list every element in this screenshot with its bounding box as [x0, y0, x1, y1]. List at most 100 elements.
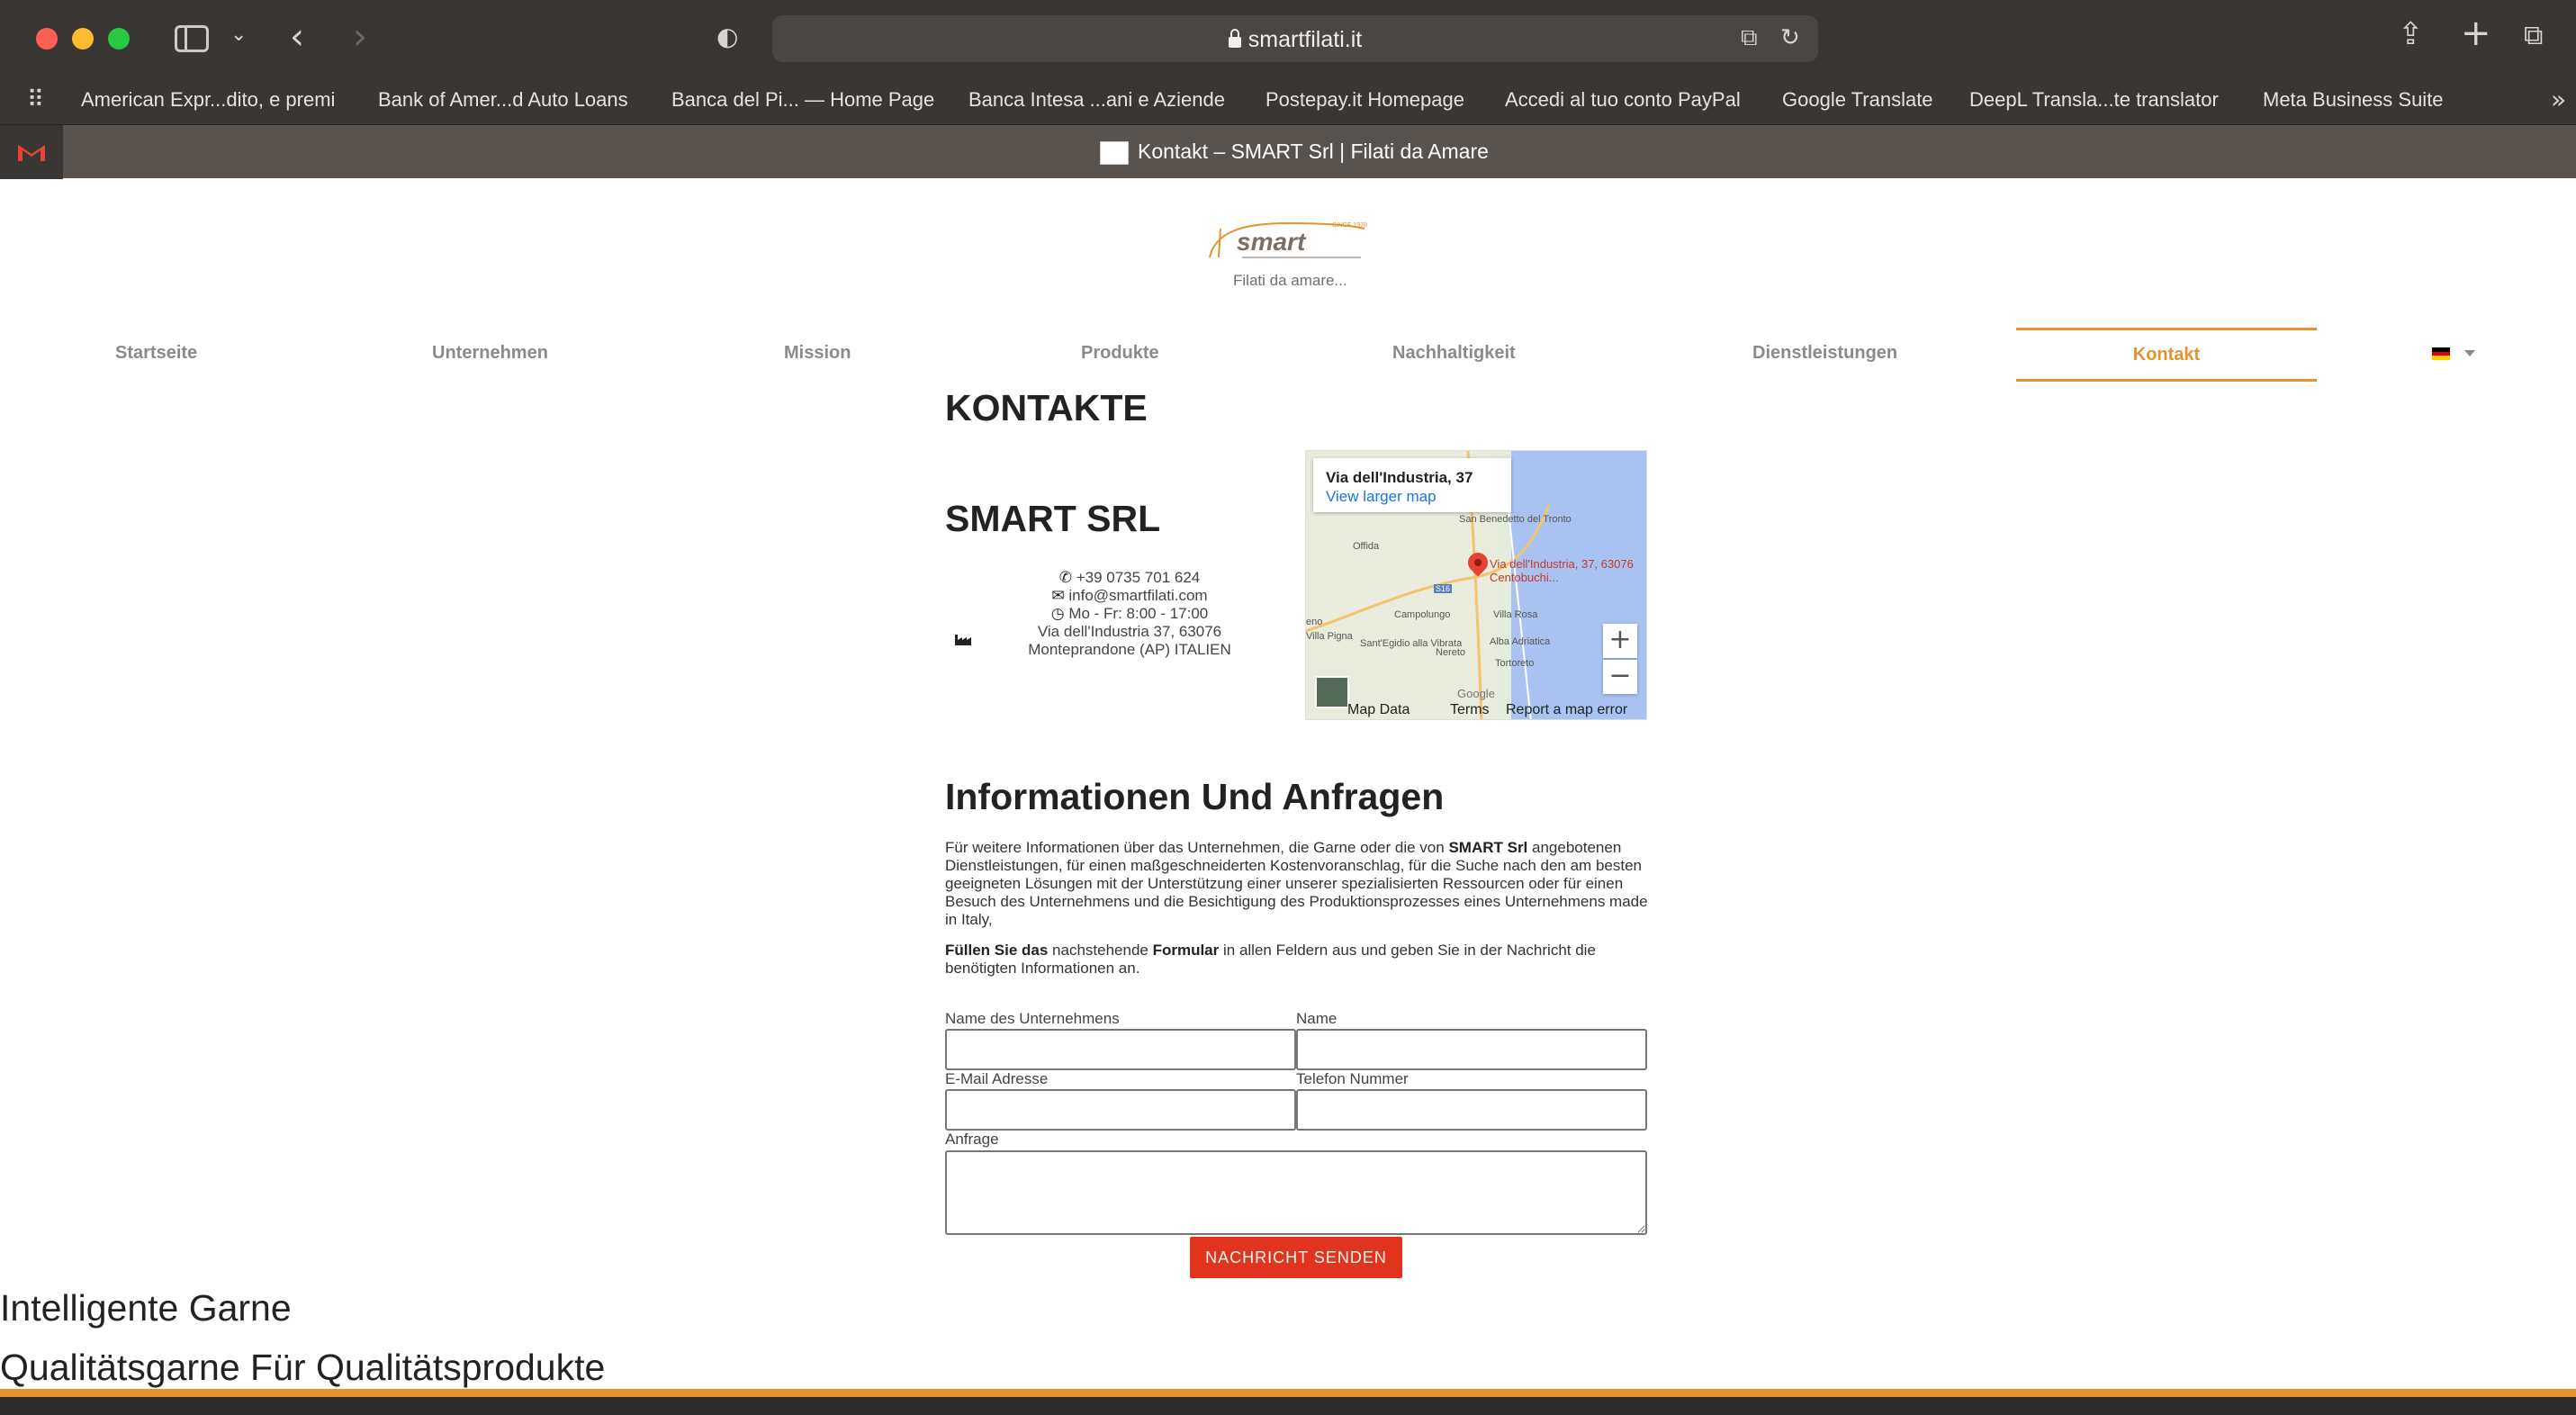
site-favicon-icon — [1100, 140, 1129, 165]
chevron-down-icon[interactable]: ⌄ — [230, 23, 247, 46]
more-bookmarks-icon[interactable]: » — [2551, 85, 2566, 114]
clock-icon: ◷ — [1050, 605, 1065, 623]
nav-kontakt[interactable]: Kontakt — [2016, 328, 2317, 382]
info-p2-bold-a: Füllen Sie das — [945, 942, 1049, 959]
lock-icon — [1228, 29, 1241, 48]
footer-band — [0, 1389, 2576, 1415]
address-bar[interactable]: smartfilati.it ⧉ ↻ — [772, 15, 1818, 62]
privacy-shield-icon[interactable]: ◐ — [716, 22, 738, 51]
footer-slogan-2: Qualitätsgarne Für Qualitätsprodukte — [0, 1347, 606, 1388]
map-place-villa-rosa: Villa Rosa — [1493, 609, 1538, 620]
opening-hours: Mo - Fr: 8:00 - 17:00 — [1068, 605, 1209, 622]
smart-logo[interactable]: smart SINCE 1978 — [1206, 216, 1368, 266]
info-paragraph-1: Für weitere Informationen über das Unter… — [945, 839, 1656, 929]
nav-produkte[interactable]: Produkte — [1081, 343, 1159, 364]
request-label: Anfrage — [945, 1131, 999, 1148]
map-place-campolungo: Campolungo — [1394, 609, 1451, 620]
map-data-link[interactable]: Map Data — [1347, 702, 1410, 718]
bookmarks-bar: ⠿ American Expr...dito, e premi Bank of … — [0, 77, 2576, 124]
phone-input[interactable] — [1296, 1089, 1647, 1131]
send-message-button[interactable]: NACHRICHT SENDEN — [1190, 1237, 1402, 1278]
nav-mission[interactable]: Mission — [784, 343, 851, 364]
phone-label: Telefon Nummer — [1296, 1070, 1409, 1087]
bookmark-banca-intesa[interactable]: Banca Intesa ...ani e Aziende — [968, 88, 1225, 112]
company-name-input[interactable] — [945, 1029, 1296, 1070]
name-input[interactable] — [1296, 1029, 1647, 1070]
email-input[interactable] — [945, 1089, 1296, 1131]
map-info-card: Via dell'Industria, 37 View larger map — [1313, 458, 1511, 512]
map-zoom-in-button[interactable]: + — [1603, 624, 1637, 658]
phone-number: +39 0735 701 624 — [1076, 569, 1201, 586]
nav-unternehmen[interactable]: Unternehmen — [432, 343, 548, 364]
nav-nachhaltigkeit[interactable]: Nachhaltigkeit — [1392, 343, 1516, 364]
close-window-button[interactable] — [36, 28, 58, 50]
info-p1-bold: SMART Srl — [1448, 839, 1528, 856]
phone-line[interactable]: ✆ +39 0735 701 624 — [999, 569, 1260, 587]
nav-startseite[interactable]: Startseite — [115, 343, 197, 364]
tab-bar: Kontakt – SMART Srl | Filati da Amare — [0, 124, 2576, 179]
back-icon[interactable]: ‹ — [290, 16, 304, 58]
bookmark-bank-of-america[interactable]: Bank of Amer...d Auto Loans — [378, 88, 628, 112]
map-place-eno: eno — [1306, 617, 1323, 627]
email-line[interactable]: ✉ info@smartfilati.com — [999, 587, 1260, 605]
bookmark-banca-del-piemonte[interactable]: Banca del Pi... — Home Page — [671, 88, 934, 112]
request-textarea[interactable] — [945, 1150, 1647, 1235]
site-tagline: Filati da amare... — [1233, 272, 1347, 289]
footer-slogan-1: Intelligente Garne — [0, 1287, 292, 1329]
map-place-villa-pigna: Villa Pigna — [1306, 631, 1353, 642]
info-p1-text-a: Für weitere Informationen über das Unter… — [945, 839, 1449, 856]
browser-toolbar: ⌄ ‹ › ◐ smartfilati.it ⧉ ↻ ⇪ + ⧉ — [0, 0, 2576, 77]
phone-icon: ✆ — [1058, 569, 1072, 587]
logo-text: smart — [1237, 228, 1307, 256]
bookmark-google-translate[interactable]: Google Translate — [1782, 88, 1933, 112]
hours-line: ◷ Mo - Fr: 8:00 - 17:00 — [999, 605, 1260, 623]
map-place-offida: Offida — [1353, 541, 1380, 552]
view-larger-map-link[interactable]: View larger map — [1326, 488, 1437, 506]
map-zoom-out-button[interactable]: − — [1603, 660, 1637, 694]
bookmark-postepay[interactable]: Postepay.it Homepage — [1265, 88, 1464, 112]
name-label: Name — [1296, 1010, 1338, 1027]
info-paragraph-2: Füllen Sie das nachstehende Formular in … — [945, 942, 1656, 978]
gmail-pinned-tab[interactable] — [0, 125, 63, 179]
nav-kontakt-label: Kontakt — [2132, 345, 2201, 365]
sidebar-toggle-icon[interactable] — [175, 25, 209, 52]
info-p2-bold-b: Formular — [1152, 942, 1220, 959]
address-line-1: Via dell'Industria 37, 63076 — [1037, 623, 1222, 640]
apps-grid-icon[interactable]: ⠿ — [27, 86, 44, 113]
share-icon[interactable]: ⇪ — [2398, 16, 2424, 52]
info-p2-text-a: nachstehende — [1048, 942, 1153, 959]
tab-overview-icon[interactable]: ⧉ — [2524, 20, 2543, 51]
tab-title: Kontakt – SMART Srl | Filati da Amare — [1138, 140, 1489, 163]
google-map[interactable]: San Benedetto del Tronto Offida Campolun… — [1305, 450, 1647, 720]
map-footer: Map Data Terms Report a map error — [1306, 701, 1646, 719]
minimize-window-button[interactable] — [72, 28, 94, 50]
new-tab-icon[interactable]: + — [2461, 13, 2491, 54]
company-heading: SMART SRL — [945, 498, 1161, 539]
envelope-icon: ✉ — [1051, 587, 1065, 605]
map-terms-link[interactable]: Terms — [1450, 702, 1490, 718]
bookmark-amex[interactable]: American Expr...dito, e premi — [81, 88, 335, 112]
info-heading: Informationen Und Anfragen — [945, 776, 1445, 817]
bookmark-deepl[interactable]: DeepL Transla...te translator — [1969, 88, 2219, 112]
address-line-2: Monteprandone (AP) ITALIEN — [1028, 641, 1231, 658]
zoom-window-button[interactable] — [108, 28, 130, 50]
forward-icon[interactable]: › — [353, 16, 367, 58]
language-dropdown-icon[interactable] — [2464, 350, 2475, 356]
reload-icon[interactable]: ↻ — [1780, 24, 1800, 51]
active-tab[interactable]: Kontakt – SMART Srl | Filati da Amare — [1100, 140, 1489, 165]
german-flag-icon[interactable] — [2432, 347, 2450, 360]
nav-dienstleistungen[interactable]: Dienstleistungen — [1752, 343, 1897, 364]
translate-icon[interactable]: ⧉ — [1741, 24, 1758, 52]
url-text: smartfilati.it — [1247, 27, 1363, 52]
bookmark-paypal[interactable]: Accedi al tuo conto PayPal — [1505, 88, 1741, 112]
factory-icon — [955, 635, 971, 645]
logo-since: SINCE 1978 — [1332, 222, 1367, 229]
map-road-s16: S16 — [1434, 584, 1453, 593]
email-label: E-Mail Adresse — [945, 1070, 1049, 1087]
bookmark-meta-business[interactable]: Meta Business Suite — [2263, 88, 2444, 112]
map-pin-label: Via dell'Industria, 37, 63076 Centobuchi… — [1490, 557, 1634, 584]
page-title: KONTAKTE — [945, 387, 1148, 428]
map-card-title: Via dell'Industria, 37 — [1326, 469, 1473, 486]
map-report-error-link[interactable]: Report a map error — [1506, 702, 1627, 718]
email-address: info@smartfilati.com — [1068, 587, 1208, 604]
